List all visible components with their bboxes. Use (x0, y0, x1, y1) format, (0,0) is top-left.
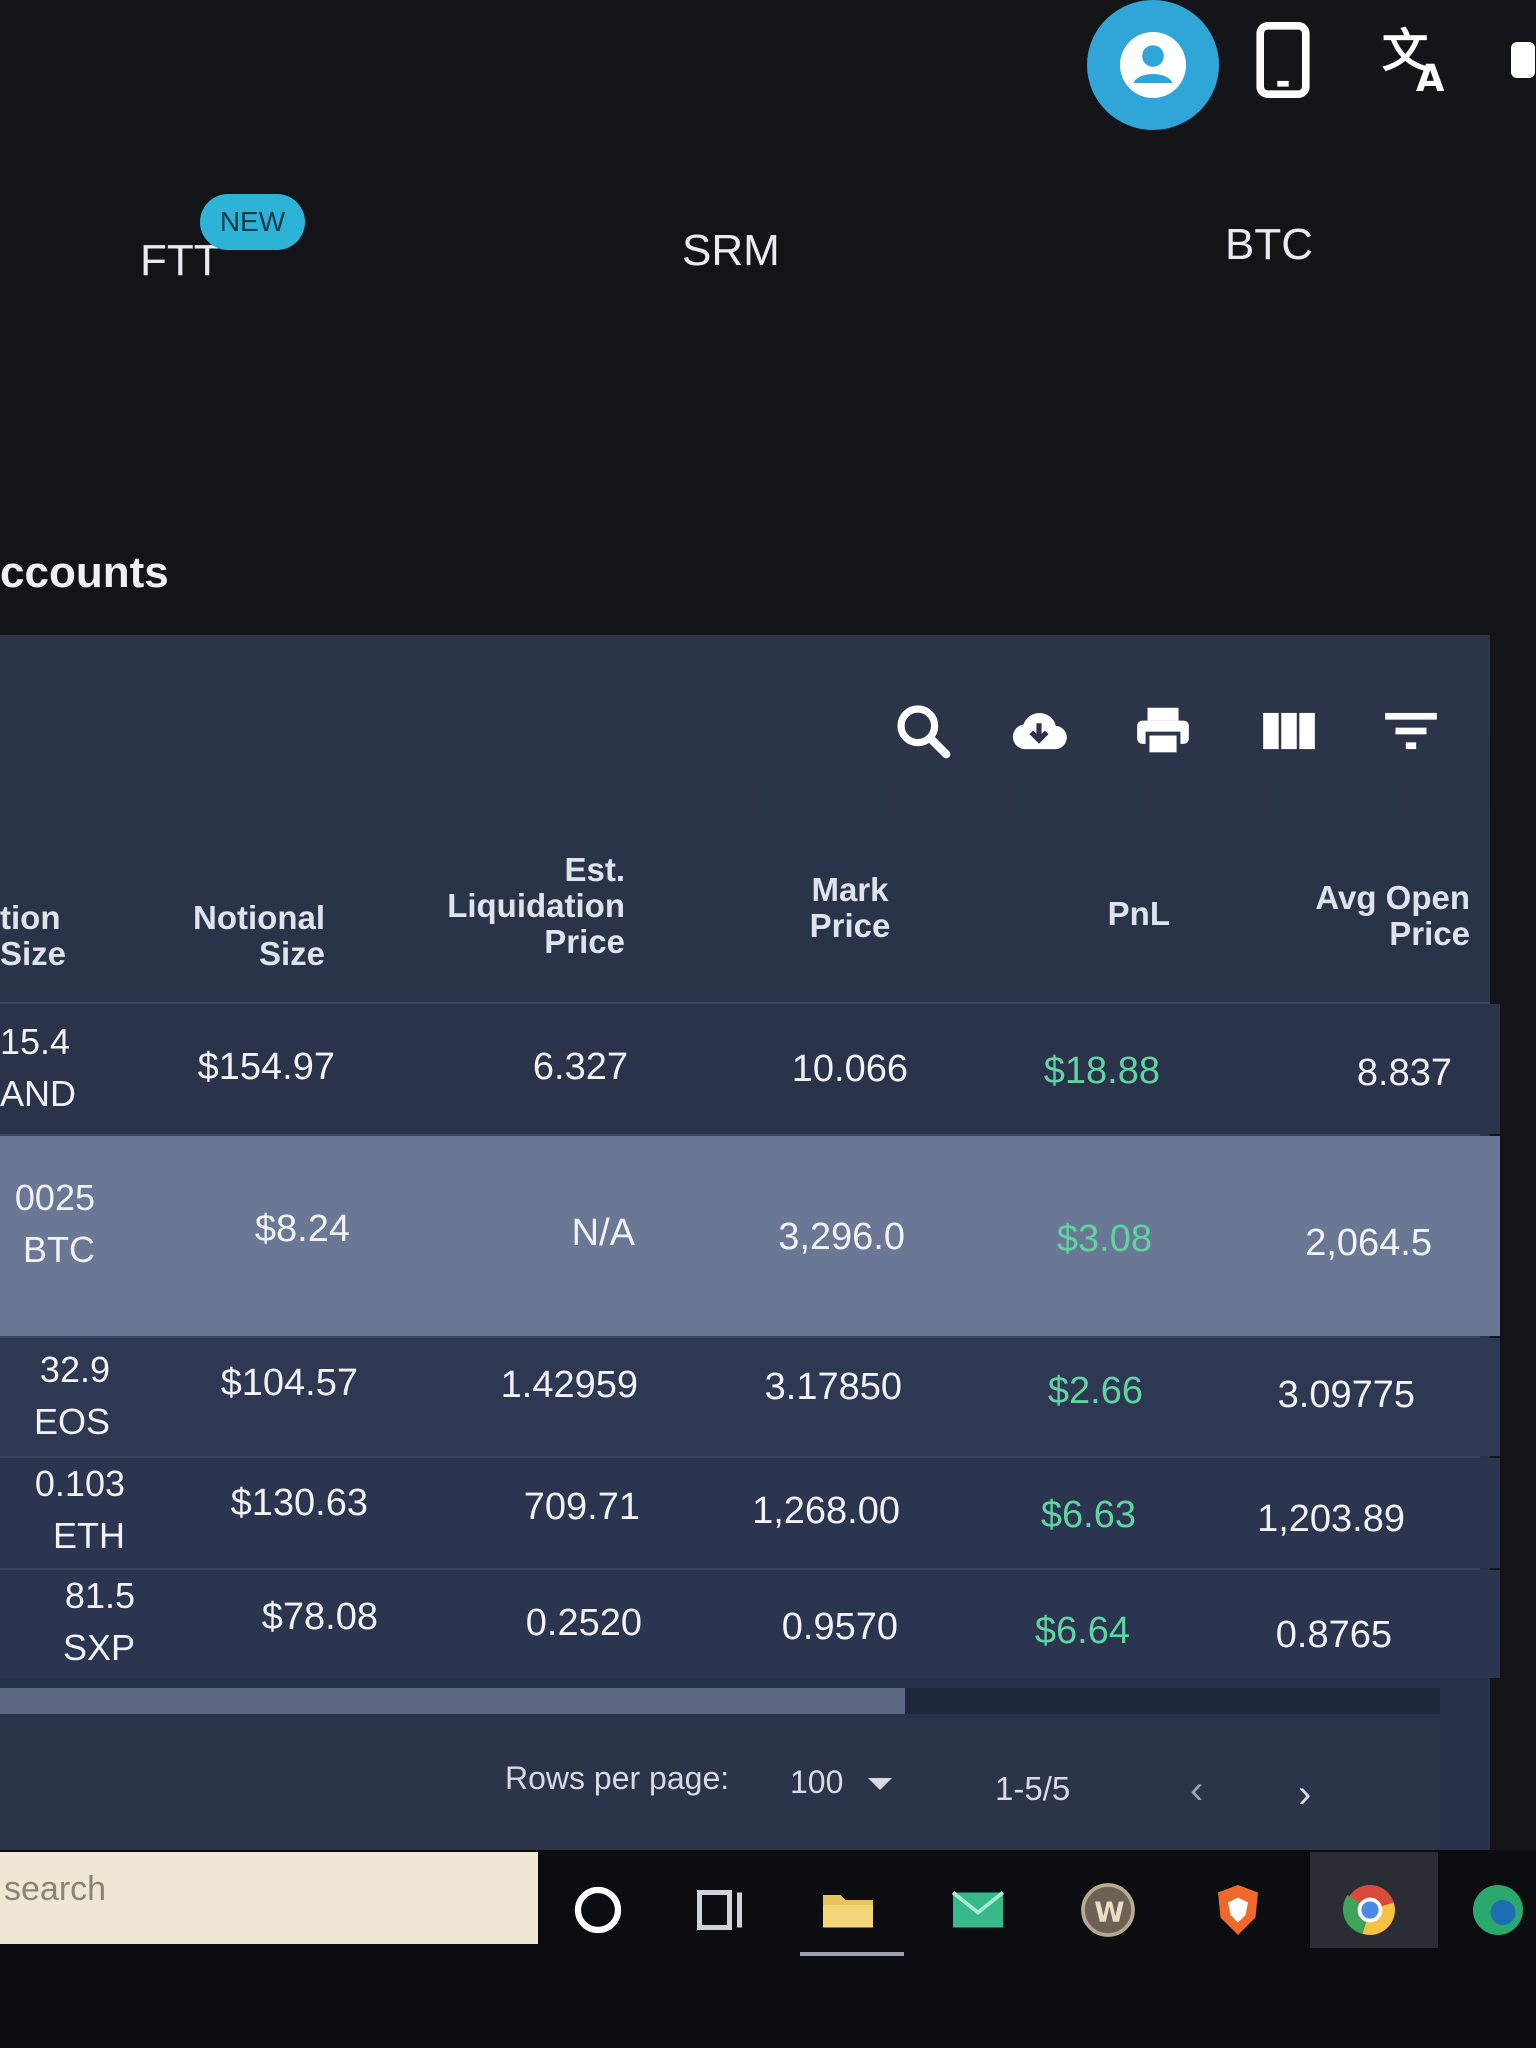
position-size: 0025 BTC (14, 1177, 95, 1270)
est-liquidation-price: 1.42959 (500, 1364, 638, 1406)
position-size: 15.4 AND (0, 1021, 77, 1114)
mark-price: 0.9570 (781, 1606, 898, 1648)
translate-icon[interactable]: 文 A (1382, 18, 1456, 96)
mark-price: 10.066 (791, 1048, 908, 1090)
tab-ftt[interactable]: FTT (140, 236, 221, 286)
notional-size: $130.63 (230, 1482, 368, 1524)
next-page-button[interactable]: › (1298, 1772, 1311, 1817)
pnl-value: $3.08 (1056, 1218, 1152, 1260)
print-icon[interactable] (1132, 700, 1194, 762)
taskbar-search-placeholder: search (4, 1870, 107, 1908)
pnl-value: $6.63 (1040, 1494, 1136, 1536)
column-header-mark-price[interactable]: Mark Price (790, 872, 910, 944)
wow-icon[interactable]: W (1078, 1880, 1138, 1940)
avg-open-price: 3.09775 (1277, 1374, 1415, 1416)
chevron-left-icon: ‹ (1190, 1768, 1204, 1812)
notional-size: $104.57 (220, 1362, 358, 1404)
avg-open-price: 1,203.89 (1257, 1498, 1405, 1540)
download-icon[interactable] (1008, 700, 1070, 762)
mail-icon[interactable] (948, 1880, 1008, 1940)
settings-icon[interactable] (1510, 30, 1536, 90)
svg-text:W: W (1094, 1896, 1124, 1928)
pnl-value: $6.64 (1034, 1610, 1130, 1652)
active-app-indicator (800, 1952, 904, 1956)
notional-size: $78.08 (261, 1596, 378, 1638)
brave-icon[interactable] (1208, 1880, 1268, 1940)
columns-icon[interactable] (1258, 700, 1320, 762)
rows-per-page-select[interactable]: 100 (790, 1764, 843, 1801)
page-range: 1-5/5 (995, 1770, 1071, 1807)
position-size: 81.5 SXP (62, 1575, 135, 1668)
edge-icon[interactable] (1468, 1880, 1528, 1940)
position-size: 0.103 ETH (34, 1463, 125, 1556)
mark-price: 3.17850 (764, 1366, 902, 1408)
est-liquidation-price: 6.327 (532, 1046, 628, 1088)
search-icon[interactable] (892, 700, 954, 762)
table-row[interactable]: 0025 BTC $8.24 N/A 3,296.0 $3.08 2,064.5 (0, 1136, 1500, 1336)
chevron-down-icon[interactable] (868, 1778, 892, 1790)
column-header-position-size[interactable]: tion Size (0, 900, 80, 972)
tab-srm[interactable]: SRM (682, 226, 780, 276)
table-row[interactable]: 32.9 EOS $104.57 1.42959 3.17850 $2.66 3.… (0, 1338, 1500, 1456)
avg-open-price: 8.837 (1356, 1052, 1452, 1094)
notional-size: $154.97 (197, 1046, 335, 1088)
column-header-notional-size[interactable]: Notional Size (150, 900, 325, 972)
column-header-pnl[interactable]: PnL (1060, 896, 1170, 932)
est-liquidation-price: 0.2520 (525, 1602, 642, 1644)
table-row[interactable]: 15.4 AND $154.97 6.327 10.066 $18.88 8.83… (0, 1004, 1500, 1134)
tab-btc[interactable]: BTC (1225, 220, 1313, 270)
column-header-est-liquidation-price[interactable]: Est. Liquidation Price (420, 852, 625, 960)
est-liquidation-price: 709.71 (523, 1486, 640, 1528)
svg-text:A: A (1416, 57, 1445, 96)
position-size: 32.9 EOS (33, 1349, 110, 1442)
avg-open-price: 0.8765 (1275, 1614, 1392, 1656)
avg-open-price: 2,064.5 (1305, 1222, 1432, 1264)
previous-page-button[interactable]: ‹ (1190, 1768, 1203, 1813)
section-title: ccounts (0, 548, 169, 597)
pnl-value: $18.88 (1043, 1050, 1160, 1092)
est-liquidation-price: N/A (571, 1212, 635, 1254)
pnl-value: $2.66 (1047, 1370, 1143, 1412)
chevron-right-icon: › (1298, 1772, 1312, 1816)
phone-icon[interactable] (1255, 22, 1311, 98)
account-button[interactable] (1087, 0, 1219, 130)
cortana-icon[interactable] (568, 1880, 628, 1940)
horizontal-scrollbar-thumb[interactable] (0, 1688, 905, 1714)
filter-icon[interactable] (1380, 700, 1442, 762)
table-row[interactable]: 81.5 SXP $78.08 0.2520 0.9570 $6.64 0.876… (0, 1570, 1500, 1678)
column-header-avg-open-price[interactable]: Avg Open Price (1260, 880, 1470, 952)
chrome-icon[interactable] (1340, 1880, 1400, 1940)
rows-per-page-label: Rows per page: (505, 1760, 730, 1796)
new-badge: NEW (200, 194, 305, 250)
mark-price: 3,296.0 (778, 1216, 905, 1258)
file-explorer-icon[interactable] (818, 1880, 878, 1940)
task-view-icon[interactable] (692, 1880, 752, 1940)
notional-size: $8.24 (254, 1208, 350, 1250)
user-icon (1120, 32, 1186, 98)
table-row[interactable]: 0.103 ETH $130.63 709.71 1,268.00 $6.63 1… (0, 1458, 1500, 1568)
mark-price: 1,268.00 (752, 1490, 900, 1532)
